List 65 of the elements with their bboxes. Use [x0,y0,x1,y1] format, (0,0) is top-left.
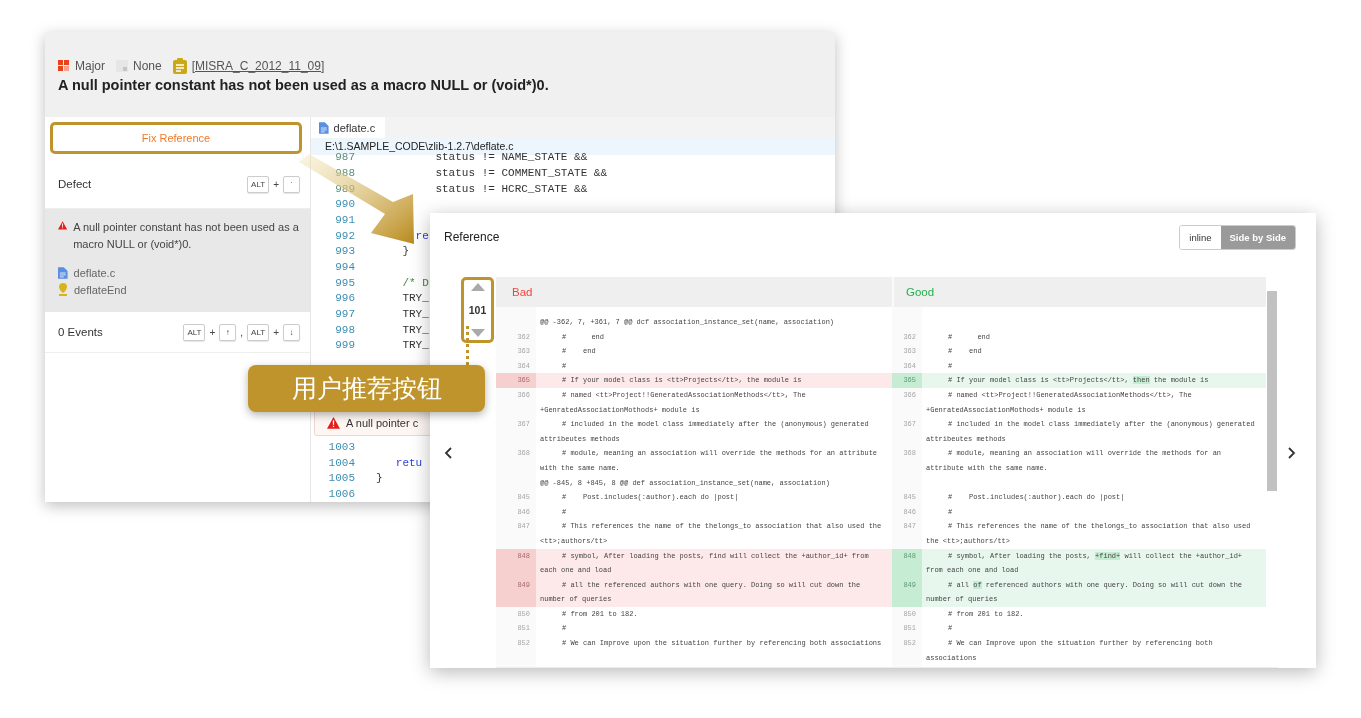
line-number: 991 [334,213,355,226]
line-number: 997 [334,308,355,321]
popup-text: A null pointer c [346,417,419,430]
callout-label: 用户推荐按钮 [248,365,485,412]
line-number: 994 [334,260,355,273]
down-triangle-icon[interactable] [470,329,485,337]
line-number: 993 [334,245,355,258]
code-line: /* D [401,276,429,289]
code-line: TRY_ [401,339,429,352]
function-link[interactable]: deflateEnd [74,283,127,296]
warning-icon [327,417,340,430]
reference-counter[interactable]: 101 [461,277,494,343]
severity-label: Major [75,59,105,73]
key-cap: ALT [247,323,270,341]
code-line: status != HCRC_STATE && [434,182,588,195]
counter-value: 101 [468,304,487,316]
issue-title: A null pointer constant has not been used as a macro NULL or (void*)0. [58,77,550,93]
previous-button[interactable] [444,446,452,459]
clipboard-icon [172,58,187,74]
defect-label: Defect [58,178,92,190]
line-number: 1003 [327,441,355,454]
column-header: Bad [511,285,534,300]
events-label: 0 Events [58,326,103,338]
file-tab[interactable]: deflate.c [311,117,386,139]
code-line: re [414,229,429,242]
code-line: } [376,472,383,485]
location-pin-icon [58,283,68,296]
key-cap: ALT [183,323,206,341]
next-button[interactable] [1288,446,1296,459]
line-number: 995 [334,276,355,289]
window-title: Reference [444,230,500,244]
line-number: 1006 [327,488,355,501]
key-cap: ALT [247,175,270,193]
code-line: retu [394,456,423,469]
rule-link[interactable]: [MISRA_C_2012_11_09] [191,59,325,73]
line-number: 988 [334,166,355,179]
line-number: 992 [334,229,355,242]
code-line: TRY_ [401,292,429,305]
file-link[interactable]: deflate.c [73,267,116,279]
separator-text: + [273,178,279,190]
line-number: 1004 [327,456,355,469]
priority-label: None [133,59,162,73]
code-line: } [401,245,409,258]
key-cap: ↓ [283,323,300,341]
separator-text: + [273,326,279,338]
separator-text: , [240,326,244,338]
line-number: 1005 [327,472,355,485]
warning-icon [58,219,68,232]
code-line: TRY_ [401,308,429,321]
line-number: 998 [334,323,355,336]
defect-message: A null pointer constant has not been used as a macro NULL or (void*)0. [73,220,300,252]
code-line: status != COMMENT_STATE && [434,166,608,179]
severity-icon [58,60,70,72]
up-triangle-icon[interactable] [470,283,485,291]
separator-text: + [209,326,216,338]
priority-icon [116,60,128,72]
line-number: 996 [334,292,355,305]
chevron-left-icon [444,446,452,459]
line-number: 990 [334,198,355,211]
code-line: TRY_ [401,323,429,336]
file-icon [58,267,68,279]
file-icon [319,121,329,134]
chevron-right-icon [1288,446,1296,459]
key-cap: ↑ [219,323,237,341]
line-number: 999 [334,339,355,352]
